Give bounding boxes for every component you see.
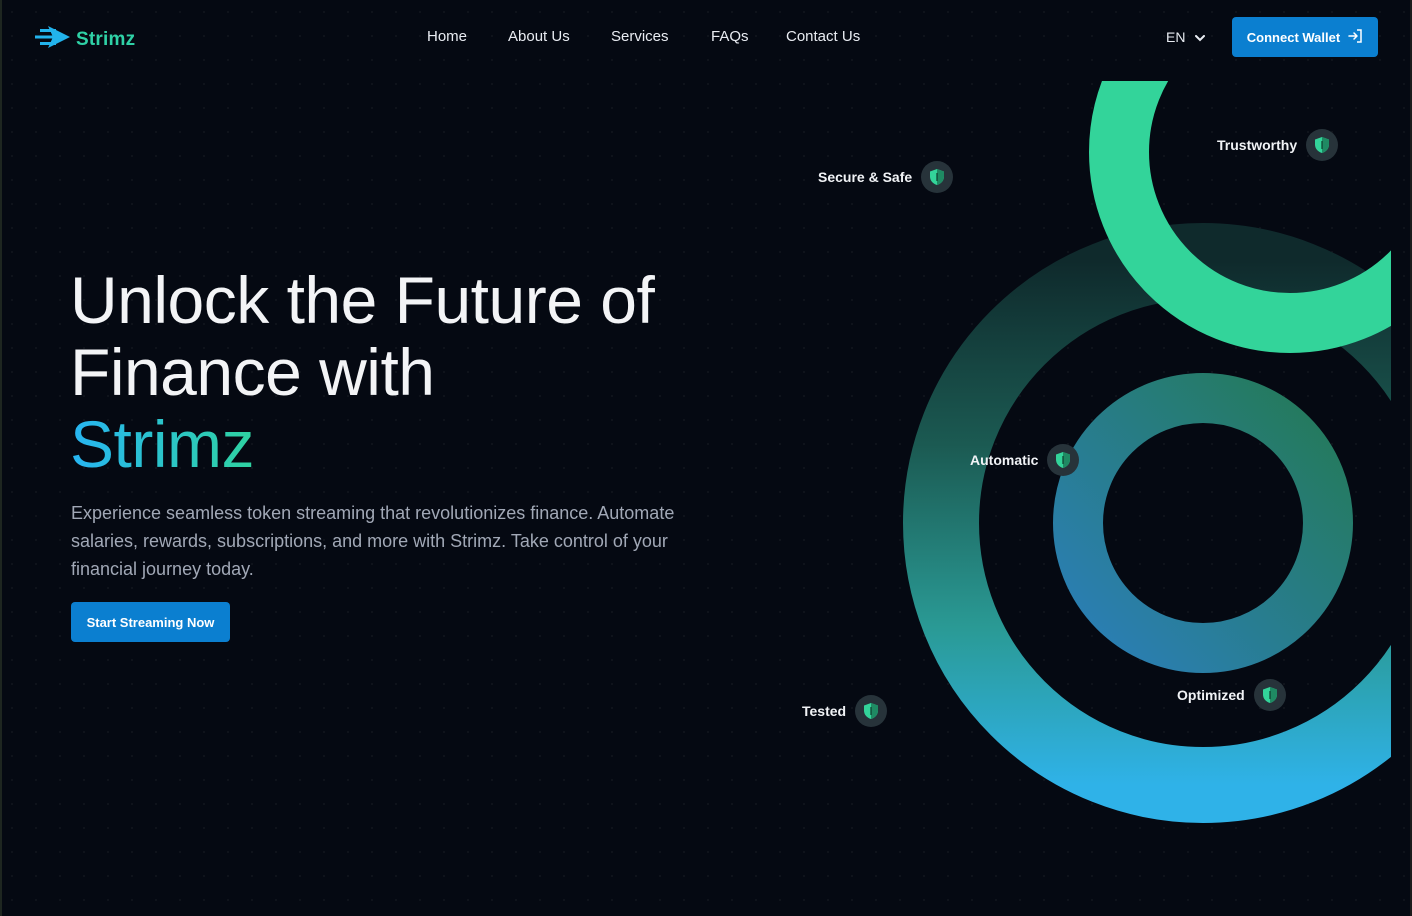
feature-tested: Tested — [802, 695, 888, 727]
feature-label: Trustworthy — [1217, 137, 1298, 153]
shield-icon — [855, 695, 888, 727]
feature-label: Tested — [802, 703, 847, 719]
inner-ring — [1053, 373, 1353, 673]
feature-label: Secure & Safe — [818, 169, 913, 185]
rings-illustration — [903, 81, 1391, 823]
feature-optimized: Optimized — [1177, 679, 1286, 711]
shield-icon — [921, 161, 954, 193]
shield-icon — [1047, 444, 1080, 476]
feature-label: Optimized — [1177, 687, 1245, 703]
shield-icon — [1306, 129, 1339, 161]
feature-trustworthy: Trustworthy — [1217, 129, 1339, 161]
feature-secure-safe: Secure & Safe — [818, 161, 954, 193]
feature-label: Automatic — [970, 452, 1039, 468]
feature-automatic: Automatic — [970, 444, 1080, 476]
shield-icon — [1253, 679, 1286, 711]
